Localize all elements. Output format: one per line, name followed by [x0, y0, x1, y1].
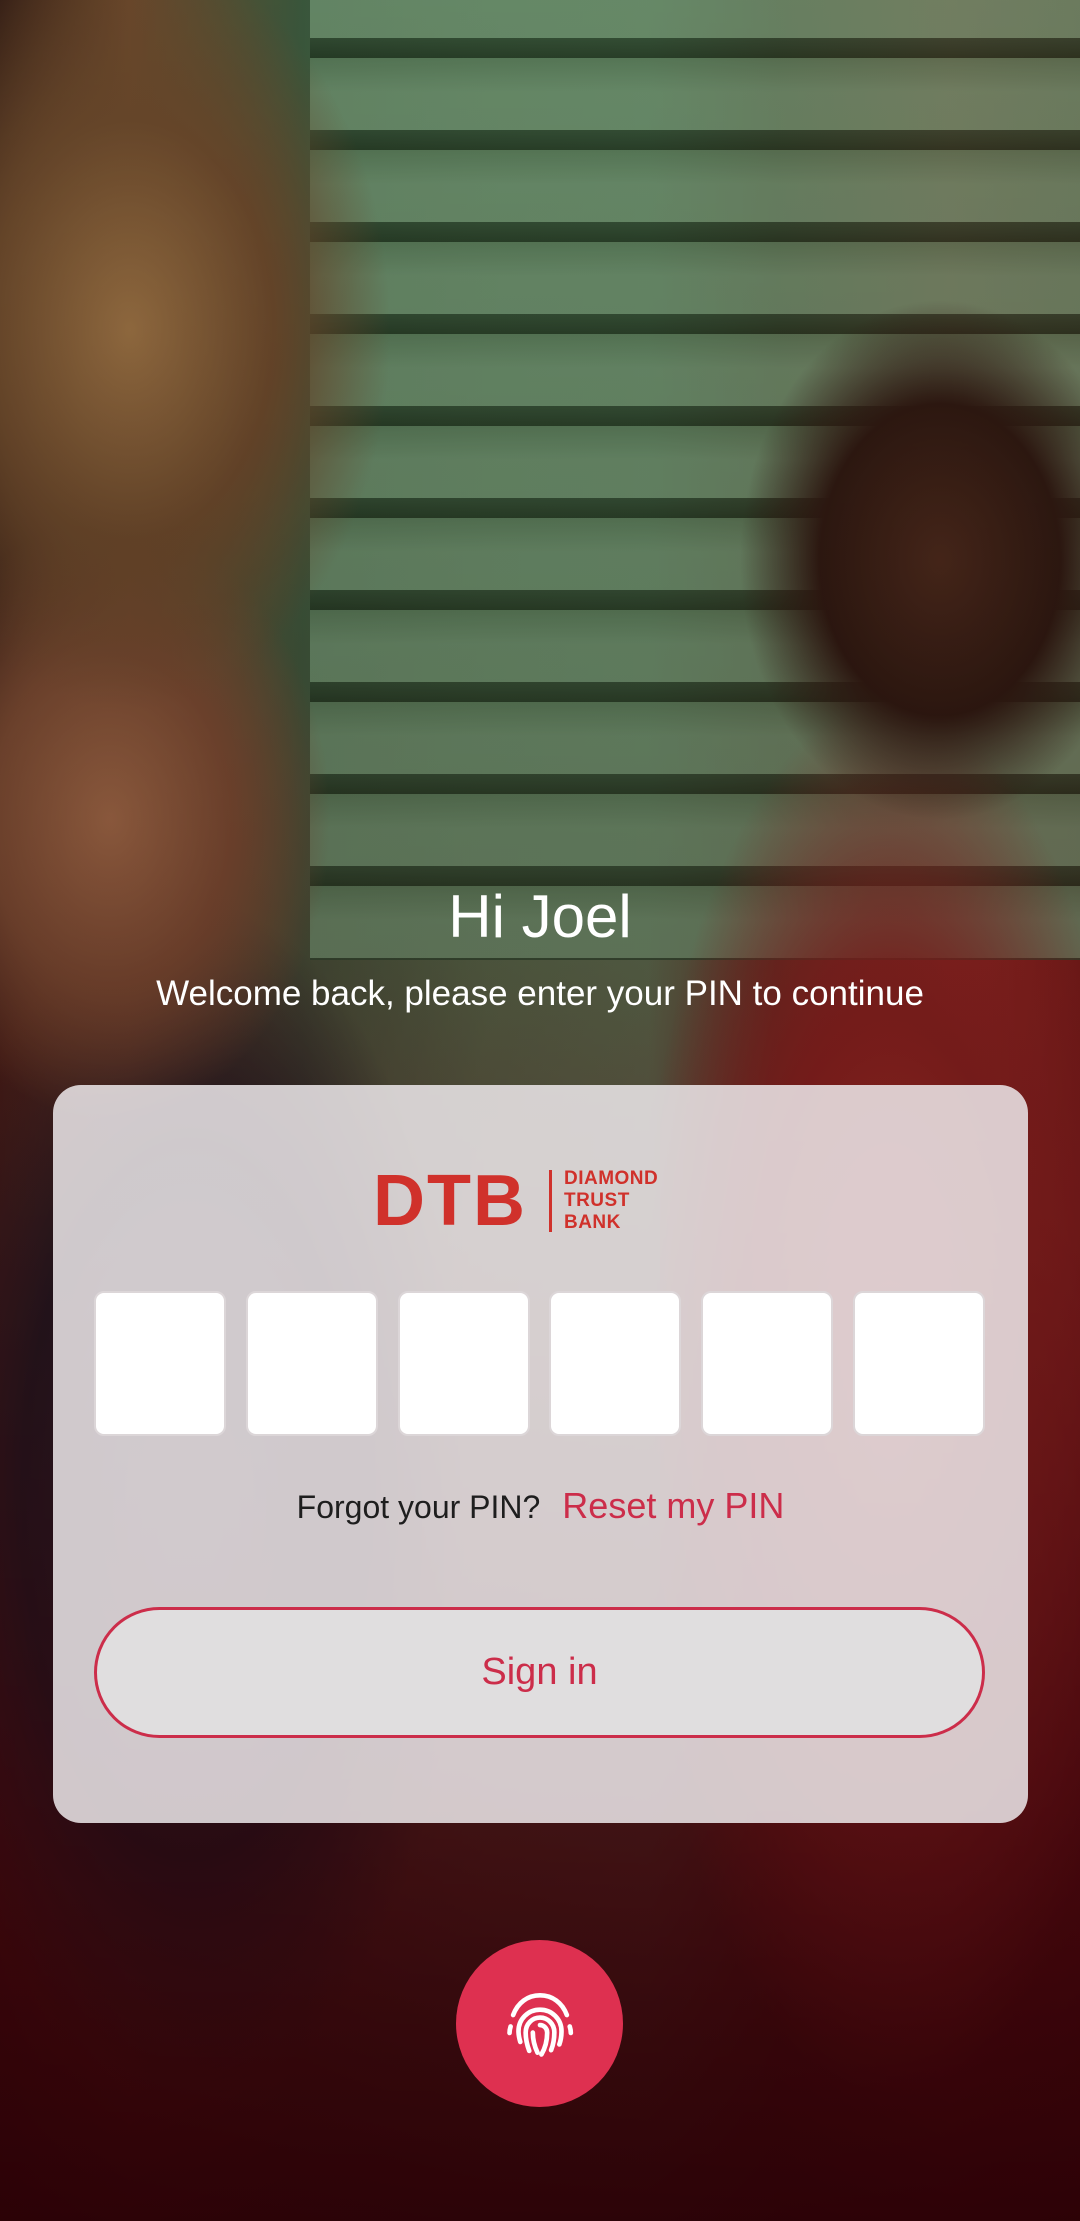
pin-digit-4[interactable]	[549, 1291, 682, 1436]
pin-digit-3[interactable]	[397, 1291, 530, 1436]
greeting-title: Hi Joel	[448, 883, 632, 950]
reset-pin-link[interactable]: Reset my PIN	[562, 1485, 784, 1527]
pin-digit-2[interactable]	[245, 1291, 378, 1436]
pin-input-row	[94, 1291, 985, 1436]
pin-digit-6[interactable]	[852, 1291, 985, 1436]
welcome-subtitle: Welcome back, please enter your PIN to c…	[156, 974, 924, 1013]
logo-word-bank: BANK	[563, 1212, 621, 1233]
logo-word-trust: TRUST	[563, 1190, 630, 1211]
logo-wordmark: DIAMOND TRUST BANK	[564, 1168, 658, 1234]
fingerprint-button[interactable]	[456, 1940, 623, 2107]
dtb-logo: DTB DIAMOND TRUST BANK	[373, 1165, 713, 1237]
forgot-pin-row: Forgot your PIN? Reset my PIN	[53, 1485, 1028, 1527]
logo-mark: DTB	[373, 1161, 527, 1241]
pin-digit-1[interactable]	[94, 1291, 226, 1436]
logo-divider	[548, 1170, 552, 1232]
sign-in-button[interactable]: Sign in	[94, 1607, 985, 1738]
logo-word-diamond: DIAMOND	[563, 1168, 659, 1189]
login-card: DTB DIAMOND TRUST BANK Forgot your PIN? …	[53, 1085, 1028, 1823]
forgot-pin-text: Forgot your PIN?	[296, 1489, 541, 1525]
pin-digit-5[interactable]	[701, 1291, 834, 1436]
fingerprint-icon	[506, 1992, 573, 2057]
